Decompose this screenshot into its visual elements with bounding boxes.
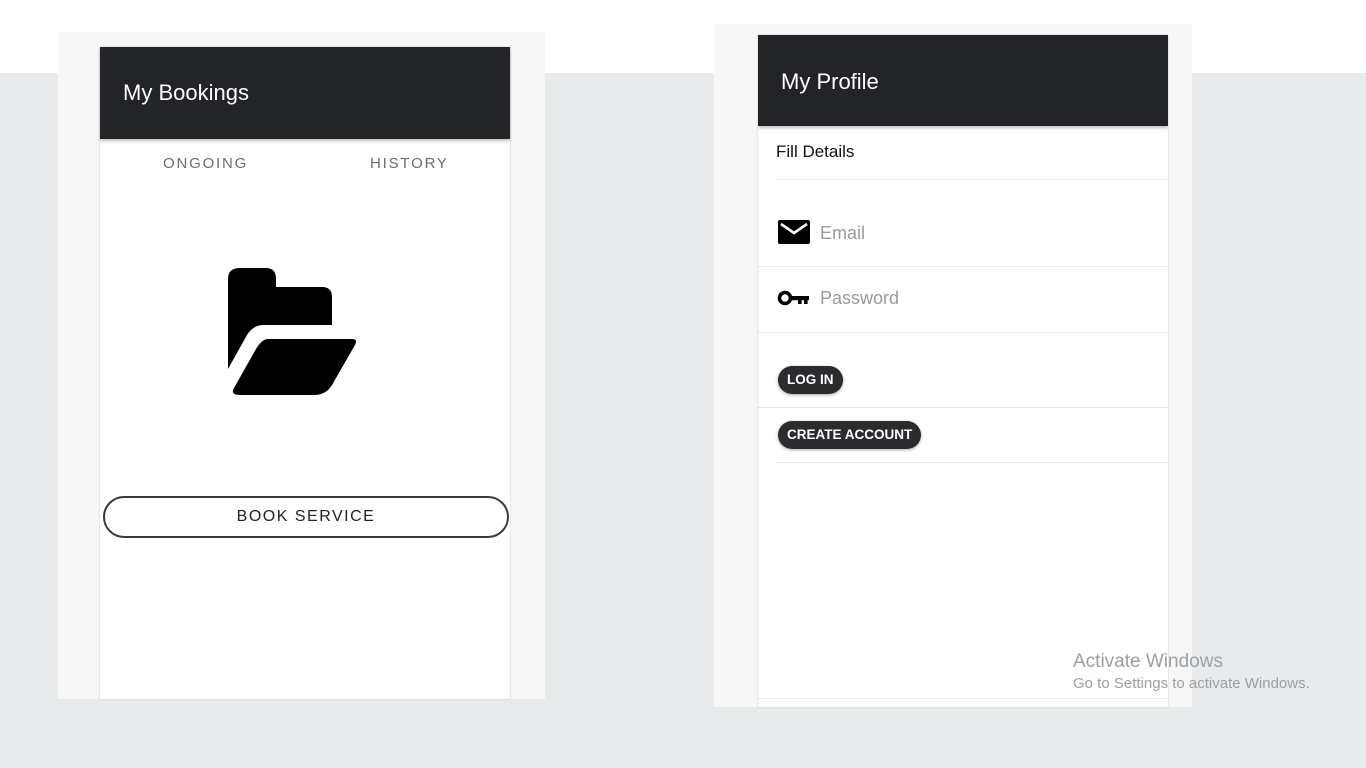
email-row	[758, 215, 1168, 255]
book-service-button[interactable]: BOOK SERVICE	[103, 496, 509, 538]
password-row	[758, 280, 1168, 320]
email-field[interactable]	[820, 215, 1140, 251]
watermark-subtitle: Go to Settings to activate Windows.	[1073, 675, 1310, 692]
login-button[interactable]: LOG IN	[778, 366, 843, 394]
divider	[758, 698, 1168, 699]
mail-icon	[778, 220, 810, 244]
activation-watermark: Activate Windows Go to Settings to activ…	[1073, 651, 1310, 694]
divider	[758, 266, 1168, 267]
fill-details-label: Fill Details	[776, 142, 855, 161]
bookings-title: My Bookings	[123, 80, 249, 105]
password-field[interactable]	[820, 280, 1140, 316]
divider	[776, 179, 1168, 180]
tab-ongoing[interactable]: ONGOING	[163, 155, 248, 172]
divider	[776, 462, 1168, 463]
folder-open-icon	[228, 268, 356, 395]
key-icon	[777, 290, 809, 306]
tab-history[interactable]: HISTORY	[370, 155, 449, 172]
bookings-app-bar: My Bookings	[100, 47, 510, 139]
divider	[758, 407, 1168, 408]
watermark-title: Activate Windows	[1073, 651, 1223, 672]
divider	[758, 332, 1168, 333]
profile-app-bar: My Profile	[758, 35, 1168, 126]
create-account-button[interactable]: CREATE ACCOUNT	[778, 421, 922, 449]
bookings-tabs: ONGOING HISTORY	[100, 155, 510, 177]
profile-title: My Profile	[781, 69, 879, 94]
profile-screen: My Profile Fill Details LOG IN CREATE AC…	[758, 35, 1168, 707]
